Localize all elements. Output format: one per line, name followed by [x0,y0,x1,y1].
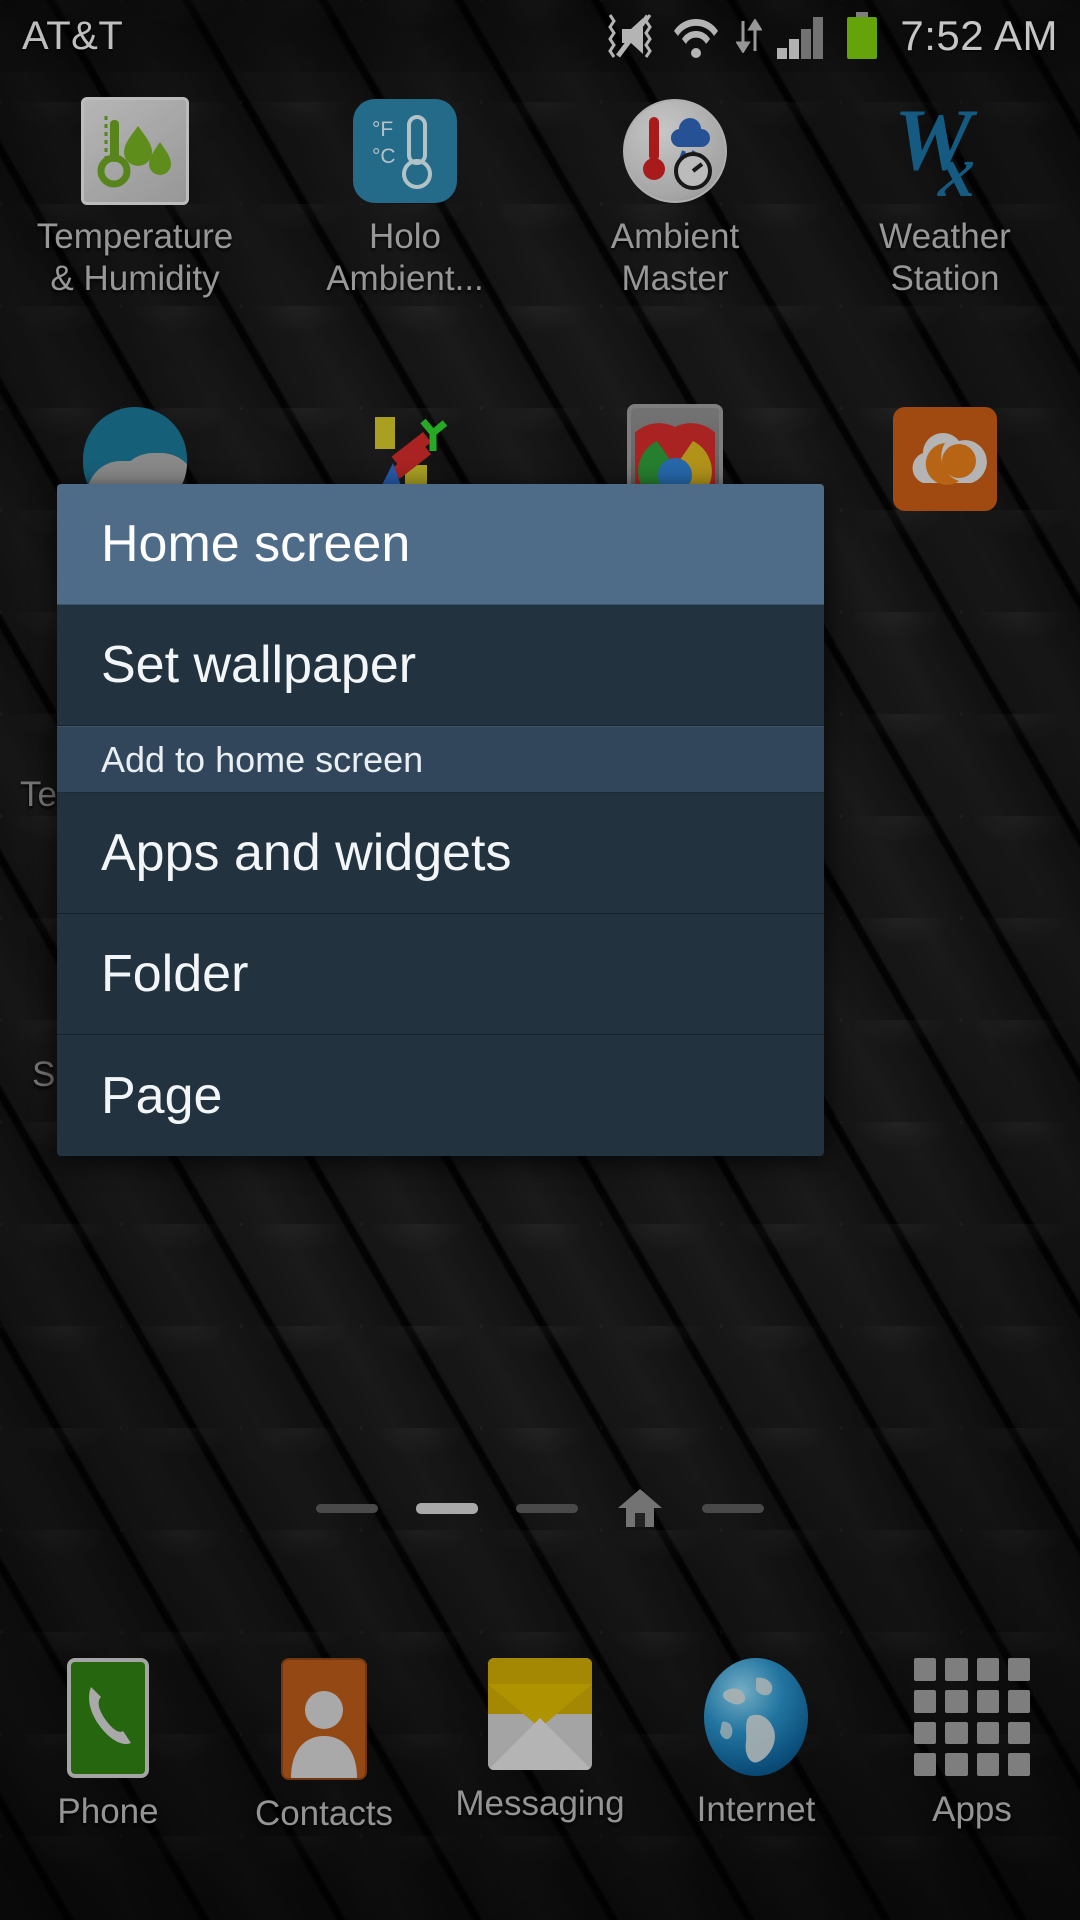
menu-item-label: Folder [101,945,249,1003]
android-home-screen: AT&T 7:52 AM Temperature & Humidity °F °… [0,0,1080,1920]
dialog-title: Home screen [101,515,411,573]
menu-item-label: Set wallpaper [101,636,417,694]
menu-item-label: Page [101,1066,223,1125]
menu-item-set-wallpaper[interactable]: Set wallpaper [57,605,824,726]
menu-section-add-to-home-screen: Add to home screen [57,726,824,793]
menu-item-page[interactable]: Page [57,1035,824,1156]
menu-item-folder[interactable]: Folder [57,914,824,1035]
menu-item-label: Apps and widgets [101,824,512,882]
home-screen-context-menu: Home screen Set wallpaper Add to home sc… [57,484,824,1156]
dialog-header: Home screen [57,484,824,605]
menu-item-apps-and-widgets[interactable]: Apps and widgets [57,793,824,914]
menu-section-label: Add to home screen [101,738,424,780]
